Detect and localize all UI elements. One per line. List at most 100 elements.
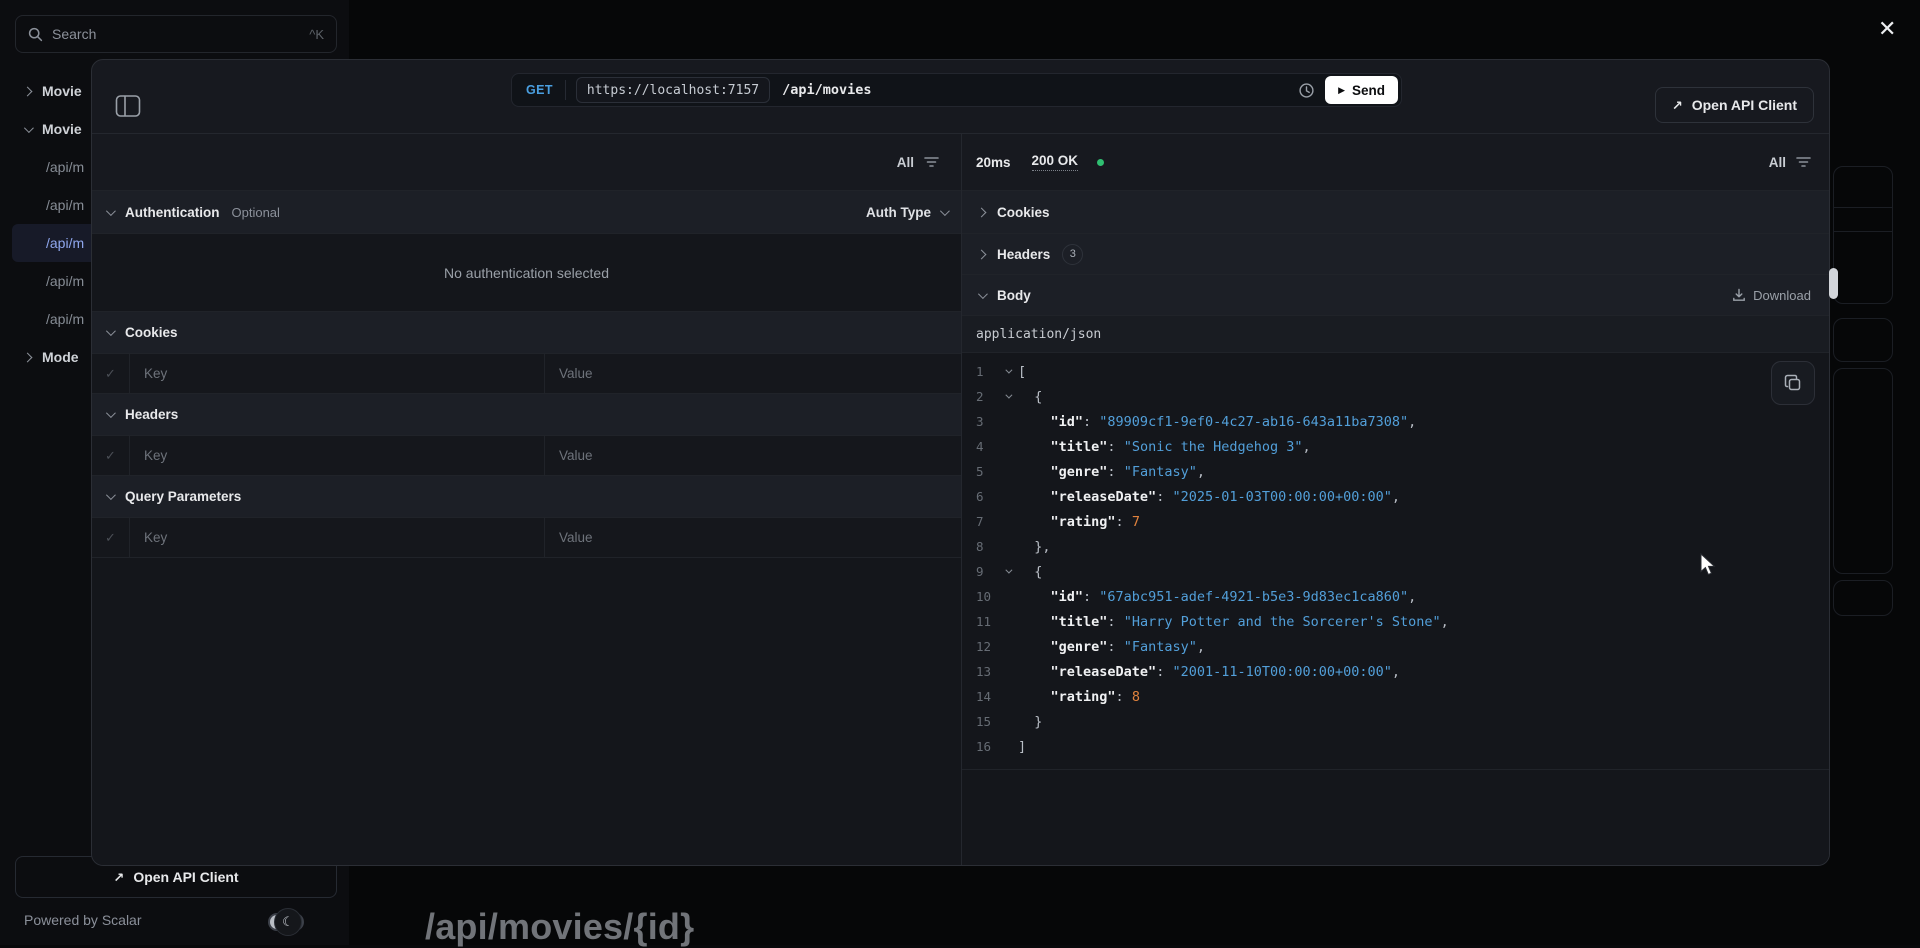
address-bar[interactable]: GET https://localhost:7157 /api/movies ▶… — [511, 73, 1402, 107]
copy-icon — [1783, 373, 1803, 393]
section-header-query-parameters[interactable]: Query Parameters — [92, 476, 961, 518]
response-headers-header[interactable]: Headers 3 — [962, 234, 1829, 275]
key-input[interactable] — [130, 354, 544, 393]
code-text: "id": "67abc951-adef-4921-b5e3-9d83ec1ca… — [1018, 589, 1416, 605]
chevron-down-icon — [106, 408, 116, 418]
value-input[interactable] — [545, 354, 961, 393]
key-input[interactable] — [130, 436, 544, 475]
response-body-header[interactable]: Body Download — [962, 275, 1829, 316]
fold-toggle[interactable] — [996, 394, 1018, 399]
code-text: "id": "89909cf1-9ef0-4c27-ab16-643a11ba7… — [1018, 414, 1416, 430]
search-input[interactable]: Search ^K — [15, 15, 337, 53]
code-line: 11 "title": "Harry Potter and the Sorcer… — [962, 609, 1829, 634]
chevron-down-icon — [24, 123, 34, 133]
mouse-cursor — [1700, 553, 1718, 577]
value-input[interactable] — [545, 518, 961, 557]
code-line: 14 "rating": 8 — [962, 684, 1829, 709]
code-text: { — [1018, 564, 1042, 580]
fold-toggle[interactable] — [996, 569, 1018, 574]
sidebar-item-label: Movie — [42, 121, 82, 137]
auth-type-label: Auth Type — [866, 205, 931, 220]
section-title: Query Parameters — [125, 489, 241, 504]
line-number: 13 — [962, 664, 996, 679]
open-api-client-top-label: Open API Client — [1692, 97, 1797, 113]
response-cookies-header[interactable]: Cookies — [962, 191, 1829, 234]
filter-icon[interactable] — [1796, 156, 1811, 168]
modal-topbar: GET https://localhost:7157 /api/movies ▶… — [92, 60, 1829, 134]
response-status-badge[interactable]: 200 OK — [1032, 153, 1079, 171]
sidebar-toggle-icon[interactable] — [115, 94, 143, 120]
play-icon: ▶ — [1338, 85, 1345, 96]
arrow-up-right-icon: ↗ — [1672, 99, 1683, 112]
code-line: 1[ — [962, 359, 1829, 384]
dark-mode-toggle[interactable]: ☾ — [268, 913, 304, 931]
line-number: 8 — [962, 539, 996, 554]
line-number: 14 — [962, 689, 996, 704]
code-text: } — [1018, 714, 1042, 730]
auth-type-dropdown[interactable]: Auth Type — [866, 205, 947, 220]
chevron-down-icon — [940, 206, 950, 216]
arrow-up-right-icon: ↗ — [113, 871, 124, 884]
authentication-header[interactable]: Authentication Optional Auth Type — [92, 191, 961, 234]
code-line: 9 { — [962, 559, 1829, 584]
code-line: 8 }, — [962, 534, 1829, 559]
headers-count-badge: 3 — [1062, 244, 1083, 265]
fold-toggle[interactable] — [996, 369, 1018, 374]
value-cell — [545, 436, 961, 475]
open-api-client-top-button[interactable]: ↗ Open API Client — [1655, 87, 1814, 123]
search-shortcut: ^K — [309, 27, 324, 42]
open-api-client-label: Open API Client — [133, 869, 238, 885]
code-line: 2 { — [962, 384, 1829, 409]
code-line: 10 "id": "67abc951-adef-4921-b5e3-9d83ec… — [962, 584, 1829, 609]
section-header-headers[interactable]: Headers — [92, 394, 961, 436]
download-button[interactable]: Download — [1732, 288, 1811, 303]
code-line: 15 } — [962, 709, 1829, 734]
send-button[interactable]: ▶ Send — [1325, 76, 1398, 104]
chevron-down-icon — [1005, 567, 1012, 574]
copy-button[interactable] — [1771, 361, 1815, 405]
line-number: 4 — [962, 439, 996, 454]
authentication-optional-label: Optional — [232, 205, 280, 220]
line-number: 7 — [962, 514, 996, 529]
sidebar-item-label: /api/m — [46, 197, 84, 213]
code-text: "releaseDate": "2025-01-03T00:00:00+00:0… — [1018, 489, 1400, 505]
filter-icon[interactable] — [924, 156, 939, 168]
status-ok-dot — [1097, 159, 1104, 166]
response-panel: 20ms 200 OK All Cookies Headers — [962, 134, 1829, 865]
code-text: [ — [1018, 364, 1026, 380]
download-icon — [1732, 288, 1746, 302]
row-enabled-checkbox[interactable]: ✓ — [92, 518, 130, 557]
history-icon[interactable] — [1298, 82, 1315, 99]
row-enabled-checkbox[interactable]: ✓ — [92, 436, 130, 475]
response-filter-all-label[interactable]: All — [1769, 155, 1786, 170]
key-input[interactable] — [130, 518, 544, 557]
scrollbar-thumb[interactable] — [1829, 268, 1838, 299]
row-enabled-checkbox[interactable]: ✓ — [92, 354, 130, 393]
code-line: 16] — [962, 734, 1829, 759]
download-label: Download — [1753, 288, 1811, 303]
section-header-cookies[interactable]: Cookies — [92, 312, 961, 354]
powered-by-row: Powered by Scalar ☾ — [24, 912, 334, 928]
authentication-title: Authentication — [125, 205, 220, 220]
address-bar-divider — [565, 80, 566, 100]
code-line: 3 "id": "89909cf1-9ef0-4c27-ab16-643a11b… — [962, 409, 1829, 434]
send-label: Send — [1352, 83, 1385, 98]
background-panel — [1833, 166, 1893, 304]
request-filter-all-label[interactable]: All — [897, 155, 914, 170]
http-method-badge[interactable]: GET — [512, 83, 565, 97]
line-number: 12 — [962, 639, 996, 654]
sidebar-item-label: Mode — [42, 349, 79, 365]
sidebar-item-label: /api/m — [46, 159, 84, 175]
request-path[interactable]: /api/movies — [782, 82, 871, 98]
value-input[interactable] — [545, 436, 961, 475]
code-text: "title": "Harry Potter and the Sorcerer'… — [1018, 614, 1449, 630]
sidebar-item-label: /api/m — [46, 311, 84, 327]
line-number: 2 — [962, 389, 996, 404]
background-panel — [1833, 368, 1893, 574]
powered-by-label: Powered by Scalar — [24, 912, 142, 928]
sidebar-item-label: /api/m — [46, 235, 84, 251]
base-url-field[interactable]: https://localhost:7157 — [576, 77, 770, 103]
chevron-down-icon — [1005, 392, 1012, 399]
close-icon[interactable]: ✕ — [1878, 18, 1896, 40]
page-title: /api/movies/{id} — [425, 906, 694, 948]
